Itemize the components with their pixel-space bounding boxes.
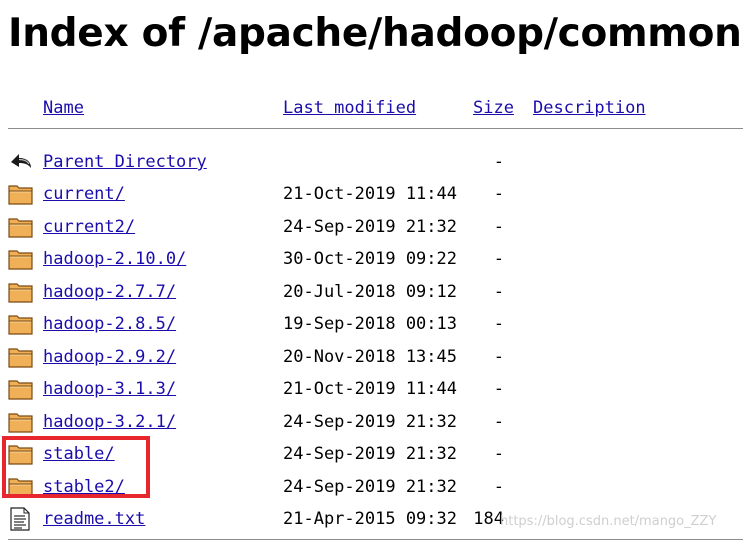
back-arrow-icon — [8, 150, 34, 174]
last-modified-cell: 24-Sep-2019 21:32 — [283, 444, 457, 464]
file-link[interactable]: current/ — [43, 182, 125, 206]
file-link[interactable]: hadoop-3.2.1/ — [43, 410, 176, 434]
last-modified-cell: 24-Sep-2019 21:32 — [283, 217, 457, 237]
last-modified-cell: 20-Nov-2018 13:45 — [283, 347, 457, 367]
table-row: current/21-Oct-2019 11:44 - — [0, 178, 743, 210]
folder-icon — [8, 215, 34, 239]
last-modified-cell: 21-Apr-2015 09:32 — [283, 509, 457, 529]
size-cell: - — [493, 444, 504, 464]
file-link[interactable]: readme.txt — [43, 507, 145, 531]
folder-icon — [8, 280, 34, 304]
size-cell: - — [493, 282, 504, 302]
table-row: hadoop-2.9.2/20-Nov-2018 13:45 - — [0, 341, 743, 373]
column-header-description[interactable]: Description — [533, 96, 646, 120]
watermark: https://blog.csdn.net/mango_ZZY — [500, 514, 717, 529]
size-cell: - — [493, 379, 504, 399]
size-cell: - — [493, 412, 504, 432]
file-link[interactable]: hadoop-2.9.2/ — [43, 345, 176, 369]
table-row: hadoop-2.10.0/30-Oct-2019 09:22 - — [0, 243, 743, 275]
directory-listing-page: Index of /apache/hadoop/common Name Last… — [0, 0, 743, 542]
size-cell: 184 — [473, 509, 504, 529]
file-link[interactable]: hadoop-2.7.7/ — [43, 280, 176, 304]
file-link[interactable]: hadoop-2.8.5/ — [43, 312, 176, 336]
last-modified-cell: 20-Jul-2018 09:12 — [283, 282, 457, 302]
last-modified-cell: 19-Sep-2018 00:13 — [283, 314, 457, 334]
size-cell: - — [493, 347, 504, 367]
table-row: Parent Directory - — [0, 146, 743, 178]
size-cell: - — [493, 249, 504, 269]
footer-divider — [8, 539, 743, 540]
table-row: current2/24-Sep-2019 21:32 - — [0, 211, 743, 243]
folder-icon — [8, 345, 34, 369]
file-link[interactable]: hadoop-2.10.0/ — [43, 247, 186, 271]
size-cell: - — [493, 477, 504, 497]
table-row: hadoop-3.1.3/21-Oct-2019 11:44 - — [0, 373, 743, 405]
file-link[interactable]: Parent Directory — [43, 150, 207, 174]
last-modified-cell: 30-Oct-2019 09:22 — [283, 249, 457, 269]
size-cell: - — [493, 184, 504, 204]
last-modified-cell: 24-Sep-2019 21:32 — [283, 477, 457, 497]
column-header-last-modified[interactable]: Last modified — [283, 96, 416, 120]
size-cell: - — [493, 152, 504, 172]
file-link[interactable]: current2/ — [43, 215, 135, 239]
size-cell: - — [493, 217, 504, 237]
highlight-box — [2, 436, 150, 498]
last-modified-cell: 21-Oct-2019 11:44 — [283, 379, 457, 399]
folder-icon — [8, 312, 34, 336]
folder-icon — [8, 377, 34, 401]
column-header-name[interactable]: Name — [43, 96, 84, 120]
last-modified-cell: 24-Sep-2019 21:32 — [283, 412, 457, 432]
text-file-icon — [8, 507, 34, 531]
folder-icon — [8, 247, 34, 271]
folder-icon — [8, 182, 34, 206]
table-row: hadoop-2.7.7/20-Jul-2018 09:12 - — [0, 276, 743, 308]
column-header-size[interactable]: Size — [473, 96, 514, 120]
table-row: hadoop-2.8.5/19-Sep-2018 00:13 - — [0, 308, 743, 340]
last-modified-cell: 21-Oct-2019 11:44 — [283, 184, 457, 204]
file-link[interactable]: hadoop-3.1.3/ — [43, 377, 176, 401]
page-title: Index of /apache/hadoop/common — [8, 11, 742, 56]
size-cell: - — [493, 314, 504, 334]
table-row: hadoop-3.2.1/24-Sep-2019 21:32 - — [0, 406, 743, 438]
folder-icon — [8, 410, 34, 434]
header-divider — [8, 128, 743, 129]
